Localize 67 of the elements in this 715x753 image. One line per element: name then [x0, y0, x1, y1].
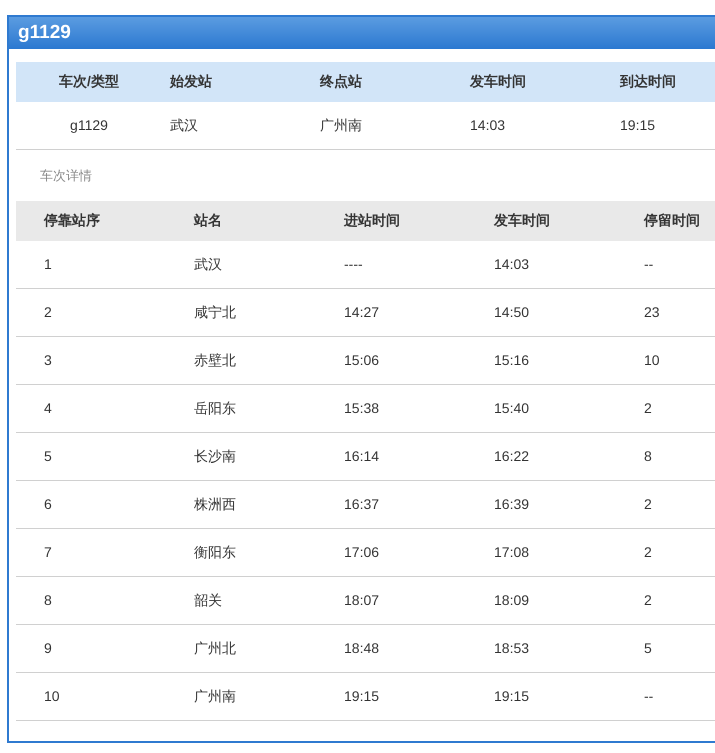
table-cell: --	[644, 688, 654, 704]
table-cell: 2	[644, 592, 652, 608]
table-cell: 7	[44, 544, 52, 560]
table-cell: 15:40	[494, 400, 530, 416]
table-cell: 2	[644, 544, 652, 560]
table-cell: 1	[44, 256, 52, 272]
table-cell: 韶关	[194, 592, 222, 608]
column-header: 进站时间	[344, 212, 400, 228]
table-cell: 23	[644, 304, 660, 320]
table-cell: 15:06	[344, 352, 380, 368]
column-header: 到达时间	[620, 73, 676, 89]
table-cell: 18:48	[344, 640, 380, 656]
table-cell: 19:15	[494, 688, 530, 704]
table-cell: 18:09	[494, 592, 530, 608]
table-cell: 14:50	[494, 304, 530, 320]
table-cell: 广州北	[194, 640, 236, 656]
table-cell: 10	[644, 352, 660, 368]
table-cell: 15:16	[494, 352, 530, 368]
table-cell: 武汉	[170, 116, 198, 132]
column-header: 站名	[194, 212, 222, 228]
column-header: 停靠站序	[44, 212, 100, 228]
table-cell: 9	[44, 640, 52, 656]
table-cell: 16:14	[344, 448, 380, 464]
table-cell: 3	[44, 352, 52, 368]
table-cell: 8	[644, 448, 652, 464]
table-cell: 咸宁北	[194, 304, 236, 320]
table-cell: 2	[644, 400, 652, 416]
table-cell: 8	[44, 592, 52, 608]
table-cell: 19:15	[344, 688, 380, 704]
table-cell: 广州南	[320, 116, 362, 132]
table-cell: 5	[644, 640, 652, 656]
column-header: 终点站	[320, 73, 362, 89]
table-cell: 赤壁北	[194, 352, 236, 368]
table-cell: 18:53	[494, 640, 530, 656]
table-cell: 14:03	[470, 116, 506, 132]
table-cell: 2	[644, 496, 652, 512]
table-cell: 5	[44, 448, 52, 464]
table-cell: 岳阳东	[194, 400, 236, 416]
table-cell: 10	[44, 688, 60, 704]
table-cell: 17:06	[344, 544, 380, 560]
window-title: g1129	[18, 20, 71, 45]
table-cell: 19:15	[620, 116, 656, 132]
table-cell: 15:38	[344, 400, 380, 416]
table-cell: 长沙南	[194, 448, 236, 464]
table-cell: g1129	[70, 116, 108, 132]
table-cell: 衡阳东	[194, 544, 236, 560]
table-cell: 武汉	[194, 256, 222, 272]
table-cell: 14:27	[344, 304, 380, 320]
table-cell: 2	[44, 304, 52, 320]
column-header: 发车时间	[494, 212, 550, 228]
table-cell: 16:37	[344, 496, 380, 512]
table-cell: ----	[344, 256, 363, 272]
column-header: 停留时间	[644, 212, 700, 228]
table-cell: 4	[44, 400, 52, 416]
table-cell: 株洲西	[194, 496, 236, 512]
table-cell: 16:39	[494, 496, 530, 512]
table-cell: 17:08	[494, 544, 530, 560]
column-header: 始发站	[170, 73, 212, 89]
table-cell: 广州南	[194, 688, 236, 704]
table-cell: 16:22	[494, 448, 530, 464]
column-header: 车次/类型	[59, 73, 119, 89]
column-header: 发车时间	[470, 73, 526, 89]
section-label: 车次详情	[40, 166, 92, 185]
table-cell: 6	[44, 496, 52, 512]
table-cell: --	[644, 256, 654, 272]
table-cell: 14:03	[494, 256, 530, 272]
table-cell: 18:07	[344, 592, 380, 608]
